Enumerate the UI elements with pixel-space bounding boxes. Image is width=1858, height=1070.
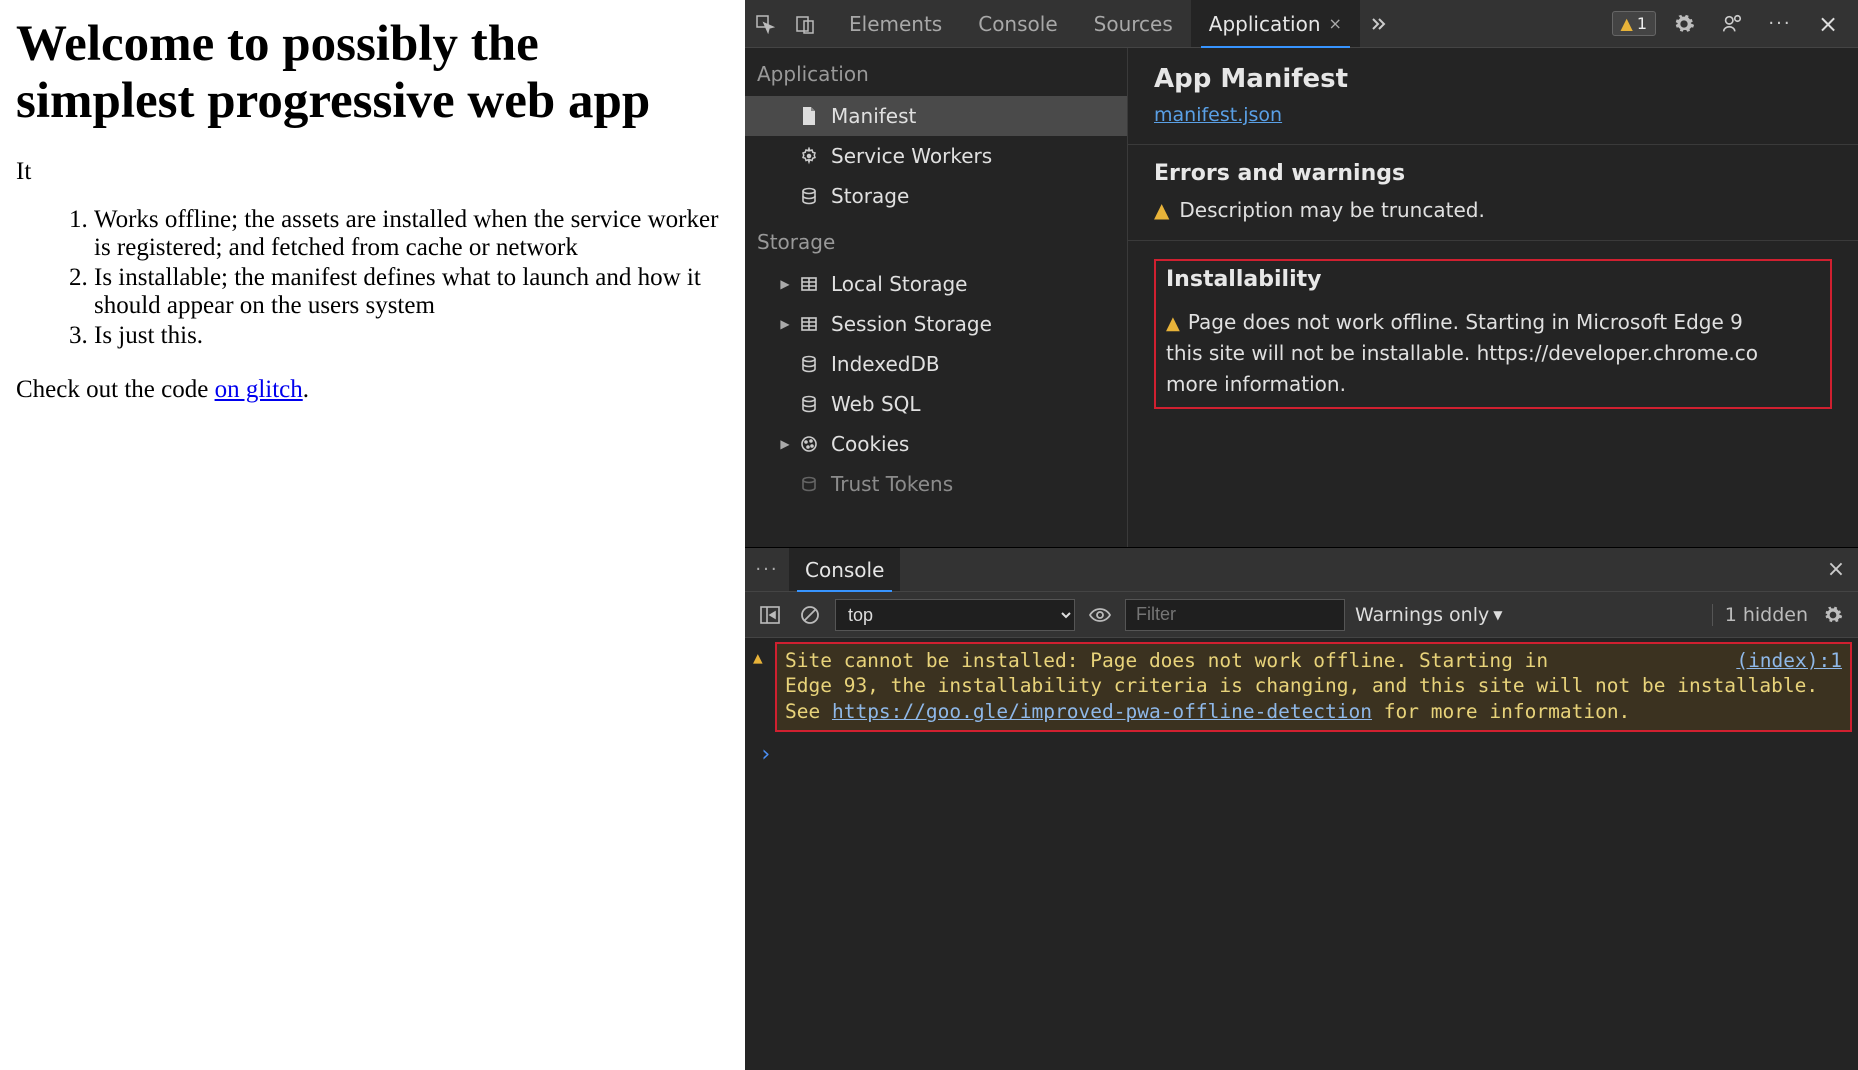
manifest-content: App Manifest manifest.json Errors and wa…	[1127, 48, 1858, 547]
close-devtools-icon[interactable]: ×	[1808, 0, 1848, 48]
application-panel: Application Manifest Service Workers Sto…	[745, 48, 1858, 548]
console-toolbar: top Warnings only▼ 1 hidden	[745, 592, 1858, 638]
sidebar-group-storage: Storage	[745, 216, 1127, 264]
sidebar-item-cookies[interactable]: ▶ Cookies	[745, 424, 1127, 464]
tab-sources[interactable]: Sources	[1076, 0, 1191, 47]
rendered-page: Welcome to possibly the simplest progres…	[0, 0, 745, 1070]
devtools-panel: Elements Console Sources Application × ▲…	[745, 0, 1858, 1070]
installability-line: more information.	[1166, 372, 1820, 397]
list-item: Works offline; the assets are installed …	[94, 206, 729, 262]
sidebar-item-label: Cookies	[831, 432, 909, 456]
content-title: App Manifest	[1154, 64, 1832, 94]
database-icon	[797, 355, 821, 373]
installability-line: Page does not work offline. Starting in …	[1188, 310, 1743, 335]
sidebar-item-label: Manifest	[831, 104, 916, 128]
list-item: Is installable; the manifest defines wha…	[94, 264, 729, 320]
devtools-top-bar: Elements Console Sources Application × ▲…	[745, 0, 1858, 48]
console-sidebar-toggle-icon[interactable]	[755, 600, 785, 630]
inspect-element-icon[interactable]	[745, 0, 785, 48]
close-drawer-icon[interactable]: ×	[1814, 557, 1858, 582]
settings-gear-icon[interactable]	[1664, 0, 1704, 48]
console-prompt[interactable]: ›	[745, 732, 1858, 767]
installability-highlight: Installability ▲ Page does not work offl…	[1154, 259, 1832, 409]
drawer-tab-console[interactable]: Console	[789, 548, 900, 591]
close-icon[interactable]: ×	[1329, 14, 1342, 33]
document-icon	[797, 107, 821, 125]
sidebar-item-manifest[interactable]: Manifest	[745, 96, 1127, 136]
gear-icon	[797, 147, 821, 165]
installability-line: this site will not be installable. https…	[1166, 341, 1820, 366]
sidebar-item-web-sql[interactable]: Web SQL	[745, 384, 1127, 424]
glitch-link[interactable]: on glitch	[215, 376, 303, 403]
sidebar-item-storage[interactable]: Storage	[745, 176, 1127, 216]
chevron-right-icon: ▶	[777, 277, 793, 291]
application-sidebar: Application Manifest Service Workers Sto…	[745, 48, 1127, 547]
page-heading: Welcome to possibly the simplest progres…	[16, 16, 729, 130]
console-settings-gear-icon[interactable]	[1818, 600, 1848, 630]
outro-suffix: .	[303, 376, 309, 403]
page-feature-list: Works offline; the assets are installed …	[16, 206, 729, 350]
installability-heading: Installability	[1166, 267, 1820, 292]
sidebar-item-label: Local Storage	[831, 272, 967, 296]
outro-prefix: Check out the code	[16, 376, 215, 403]
sidebar-item-indexeddb[interactable]: IndexedDB	[745, 344, 1127, 384]
kebab-menu-icon[interactable]: ···	[1760, 0, 1800, 48]
chevron-right-icon: ▶	[777, 317, 793, 331]
list-item: Is just this.	[94, 322, 729, 350]
warning-icon: ▲	[1621, 14, 1633, 33]
tab-elements[interactable]: Elements	[831, 0, 960, 47]
live-expression-icon[interactable]	[1085, 600, 1115, 630]
tab-console[interactable]: Console	[960, 0, 1075, 47]
sidebar-group-application: Application	[745, 48, 1127, 96]
sidebar-item-service-workers[interactable]: Service Workers	[745, 136, 1127, 176]
hidden-messages-count[interactable]: 1 hidden	[1712, 604, 1808, 626]
drawer-tabbar: ··· Console ×	[745, 548, 1858, 592]
table-icon	[797, 317, 821, 331]
page-intro: It	[16, 158, 729, 186]
console-warning-entry[interactable]: ▲ (index):1 Site cannot be installed: Pa…	[775, 642, 1852, 732]
token-icon	[797, 475, 821, 493]
table-icon	[797, 277, 821, 291]
feedback-icon[interactable]	[1712, 0, 1752, 48]
warning-icon: ▲	[1154, 198, 1169, 222]
cookie-icon	[797, 435, 821, 453]
console-filter-input[interactable]	[1125, 599, 1345, 631]
warning-doc-link[interactable]: https://goo.gle/improved-pwa-offline-det…	[832, 700, 1372, 723]
sidebar-item-label: Session Storage	[831, 312, 992, 336]
sidebar-item-label: Service Workers	[831, 144, 992, 168]
sidebar-item-label: Storage	[831, 184, 909, 208]
drawer-menu-icon[interactable]: ···	[745, 559, 789, 580]
issues-badge[interactable]: ▲ 1	[1612, 11, 1657, 36]
warning-icon: ▲	[753, 648, 763, 669]
tab-application[interactable]: Application ×	[1191, 0, 1360, 47]
context-selector[interactable]: top	[835, 599, 1075, 631]
warning-text: Site cannot be installed: Page does not …	[785, 649, 1548, 672]
device-toggle-icon[interactable]	[785, 0, 825, 48]
errors-heading: Errors and warnings	[1154, 161, 1832, 186]
chevron-right-icon: ▶	[777, 437, 793, 451]
badge-count: 1	[1637, 14, 1647, 33]
warning-text: Description may be truncated.	[1179, 198, 1484, 222]
database-icon	[797, 187, 821, 205]
sidebar-item-label: IndexedDB	[831, 352, 940, 376]
warning-text: for more information.	[1372, 700, 1630, 723]
sidebar-item-label: Trust Tokens	[831, 472, 953, 496]
console-log: ▲ (index):1 Site cannot be installed: Pa…	[745, 638, 1858, 1070]
manifest-json-link[interactable]: manifest.json	[1154, 104, 1282, 126]
log-level-selector[interactable]: Warnings only▼	[1355, 604, 1502, 626]
sidebar-item-label: Web SQL	[831, 392, 921, 416]
database-icon	[797, 395, 821, 413]
sidebar-item-session-storage[interactable]: ▶ Session Storage	[745, 304, 1127, 344]
console-drawer: ··· Console × top Warnings only▼	[745, 548, 1858, 1070]
devtools-tabs: Elements Console Sources Application ×	[831, 0, 1396, 47]
warning-icon: ▲	[1166, 313, 1180, 334]
sidebar-item-trust-tokens[interactable]: Trust Tokens	[745, 464, 1127, 504]
more-tabs-icon[interactable]	[1360, 0, 1396, 48]
page-outro: Check out the code on glitch.	[16, 376, 729, 404]
sidebar-item-local-storage[interactable]: ▶ Local Storage	[745, 264, 1127, 304]
warning-source-link[interactable]: (index):1	[1736, 648, 1842, 673]
clear-console-icon[interactable]	[795, 600, 825, 630]
